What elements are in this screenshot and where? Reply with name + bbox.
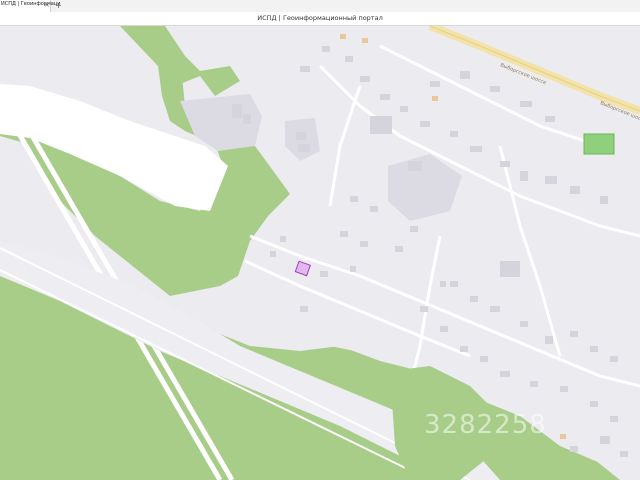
tab-title: ИСПД | Геоинформаци — [1, 1, 61, 7]
watermark: 3282258 — [424, 410, 547, 440]
browser-tab[interactable]: ИСПД | Геоинформаци × — [0, 0, 60, 12]
sports-field — [583, 133, 615, 155]
page-title: ИСПД | Геоинформационный портал — [257, 14, 383, 22]
tab-close-icon[interactable]: × — [44, 0, 50, 10]
page-header: ИСПД | Геоинформационный портал — [0, 12, 640, 26]
map-canvas[interactable]: Выборгское шоссе Выборгское шоссе 328225… — [0, 26, 640, 480]
new-tab-button[interactable]: + — [54, 1, 63, 10]
